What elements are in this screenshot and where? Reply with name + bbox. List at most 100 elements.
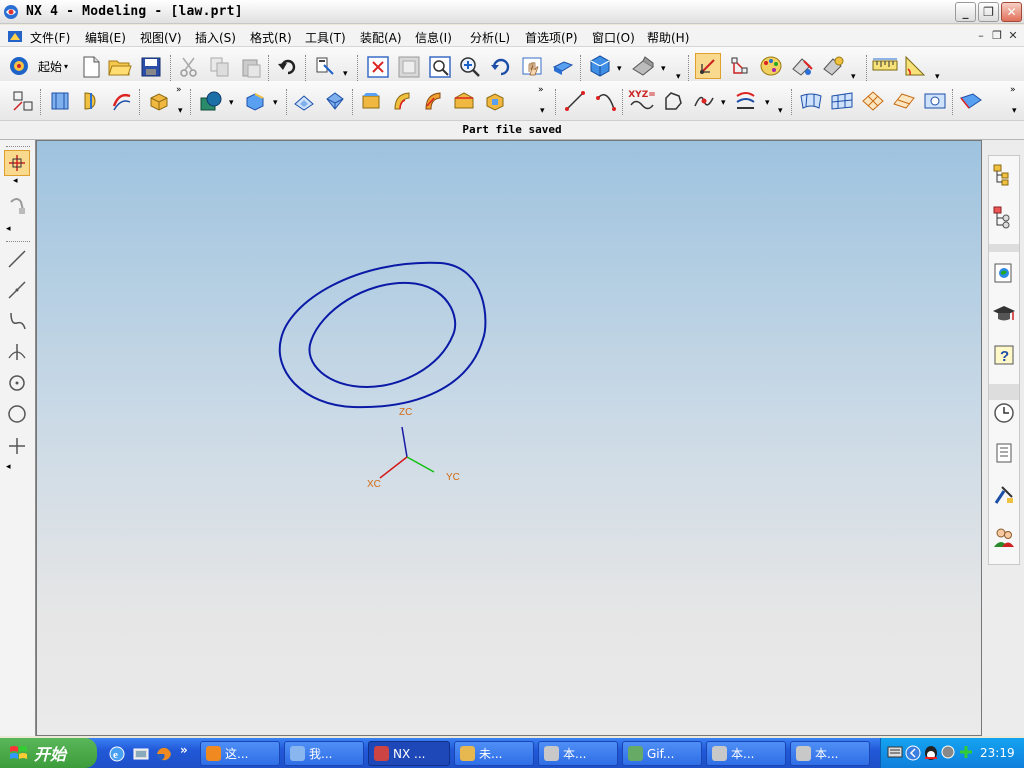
- open-file-icon[interactable]: [107, 54, 133, 80]
- measure-distance-icon[interactable]: [872, 53, 898, 79]
- start-button[interactable]: 起始 ▾: [8, 53, 72, 79]
- task-item-6[interactable]: 本...: [706, 741, 786, 766]
- offset-surface-icon[interactable]: [891, 88, 917, 114]
- mdi-close-button[interactable]: ✕: [1006, 30, 1020, 43]
- boolean-icon[interactable]: [198, 88, 224, 114]
- part-navigator-icon[interactable]: [991, 204, 1017, 230]
- menu-tools[interactable]: 工具(T): [305, 29, 346, 46]
- mesh-icon[interactable]: [860, 88, 886, 114]
- color-palette-icon[interactable]: [758, 53, 784, 79]
- wcs-orient-icon[interactable]: [727, 53, 753, 79]
- menu-window[interactable]: 窗口(O): [592, 29, 635, 46]
- point-icon[interactable]: [691, 88, 717, 114]
- menu-preferences[interactable]: 首选项(P): [525, 29, 578, 46]
- zoom-in-out-icon[interactable]: [457, 54, 483, 80]
- task-item-5[interactable]: Gif...: [622, 741, 702, 766]
- task-item-4[interactable]: 本...: [538, 741, 618, 766]
- surface-4-icon[interactable]: [451, 88, 477, 114]
- line-tool-icon[interactable]: [4, 246, 30, 272]
- sweep-icon[interactable]: [109, 88, 135, 114]
- task-item-1[interactable]: 我...: [284, 741, 364, 766]
- ruled-icon[interactable]: [829, 88, 855, 114]
- firefox-icon[interactable]: [155, 745, 173, 763]
- draft-icon[interactable]: [322, 88, 348, 114]
- circle-icon[interactable]: [4, 401, 30, 427]
- inner-law-curve[interactable]: [308, 281, 457, 389]
- surface-2-icon[interactable]: [389, 88, 415, 114]
- menu-edit[interactable]: 编辑(E): [85, 29, 126, 46]
- network-icon[interactable]: [959, 745, 973, 759]
- desktop-icon[interactable]: [132, 745, 150, 763]
- web-browser-icon[interactable]: [991, 260, 1017, 286]
- trim-icon[interactable]: [922, 88, 948, 114]
- menu-info[interactable]: 信息(I): [415, 29, 452, 46]
- circle-center-icon[interactable]: [4, 370, 30, 396]
- task-item-0[interactable]: 这...: [200, 741, 280, 766]
- surface-1-icon[interactable]: [358, 88, 384, 114]
- line-icon[interactable]: [562, 88, 588, 114]
- tray-collapse-icon[interactable]: [905, 745, 921, 761]
- surface-5-icon[interactable]: [482, 88, 508, 114]
- mdi-minimize-button[interactable]: –: [974, 30, 988, 43]
- render-style-icon[interactable]: [630, 53, 656, 79]
- nx-app-icon[interactable]: [3, 4, 19, 20]
- pan-icon[interactable]: [519, 54, 545, 80]
- copy-icon[interactable]: [207, 54, 233, 80]
- save-icon[interactable]: [138, 54, 164, 80]
- surface-3-icon[interactable]: [420, 88, 446, 114]
- security-icon[interactable]: [941, 745, 955, 759]
- feature-icon[interactable]: [958, 88, 984, 114]
- object-display-icon[interactable]: [820, 53, 846, 79]
- line-2-icon[interactable]: [4, 277, 30, 303]
- edit-object-icon[interactable]: [789, 53, 815, 79]
- new-file-icon[interactable]: [78, 54, 104, 80]
- wcs-icon[interactable]: [695, 53, 721, 79]
- assembly-navigator-icon[interactable]: [991, 162, 1017, 188]
- block-icon[interactable]: [146, 88, 172, 114]
- help-icon[interactable]: ?: [991, 342, 1017, 368]
- menu-app-icon[interactable]: [7, 29, 23, 44]
- through-curves-icon[interactable]: [798, 88, 824, 114]
- paste-icon[interactable]: [238, 54, 264, 80]
- crosshair-icon[interactable]: [4, 433, 30, 459]
- sketch-icon[interactable]: [10, 88, 36, 114]
- point-on-curve-icon[interactable]: [4, 339, 30, 365]
- extrude-icon[interactable]: [47, 88, 73, 114]
- shaded-view-icon[interactable]: [587, 53, 613, 79]
- menu-view[interactable]: 视图(V): [140, 29, 182, 46]
- selection-filter-icon[interactable]: [312, 53, 338, 79]
- rotate-icon[interactable]: [488, 54, 514, 80]
- curve-tool-icon[interactable]: [4, 308, 30, 334]
- menu-file[interactable]: 文件(F): [30, 29, 70, 46]
- roles-icon[interactable]: [991, 524, 1017, 550]
- cut-icon[interactable]: [176, 54, 202, 80]
- graphics-viewport[interactable]: ZC YC XC: [36, 140, 982, 736]
- basic-curve-icon[interactable]: [733, 88, 759, 114]
- zoom-window-icon[interactable]: [396, 54, 422, 80]
- training-icon[interactable]: [991, 301, 1017, 327]
- task-item-7[interactable]: 本...: [790, 741, 870, 766]
- minimize-button[interactable]: _: [955, 2, 976, 22]
- start-menu-button[interactable]: 开始: [0, 738, 97, 768]
- zoom-region-icon[interactable]: [427, 54, 453, 80]
- measure-angle-icon[interactable]: [903, 53, 929, 79]
- history-icon[interactable]: [991, 400, 1017, 426]
- select-icon[interactable]: [4, 150, 30, 176]
- revolve-icon[interactable]: [78, 88, 104, 114]
- menu-assembly[interactable]: 装配(A): [360, 29, 402, 46]
- mdi-restore-button[interactable]: ❐: [990, 30, 1004, 43]
- menu-insert[interactable]: 插入(S): [195, 29, 236, 46]
- system-materials-icon[interactable]: [991, 440, 1017, 466]
- undo-icon[interactable]: [275, 54, 301, 80]
- keyboard-icon[interactable]: [887, 745, 903, 759]
- process-studio-icon[interactable]: [991, 482, 1017, 508]
- perspective-icon[interactable]: [550, 54, 576, 80]
- edge-blend-icon[interactable]: [242, 88, 268, 114]
- restore-button[interactable]: ❐: [978, 2, 999, 22]
- menu-format[interactable]: 格式(R): [250, 29, 292, 46]
- snap-icon[interactable]: [4, 193, 30, 219]
- qq-icon[interactable]: [923, 744, 939, 762]
- task-item-2[interactable]: NX ...: [368, 741, 450, 766]
- close-button[interactable]: ✕: [1001, 2, 1022, 22]
- task-item-3[interactable]: 未...: [454, 741, 534, 766]
